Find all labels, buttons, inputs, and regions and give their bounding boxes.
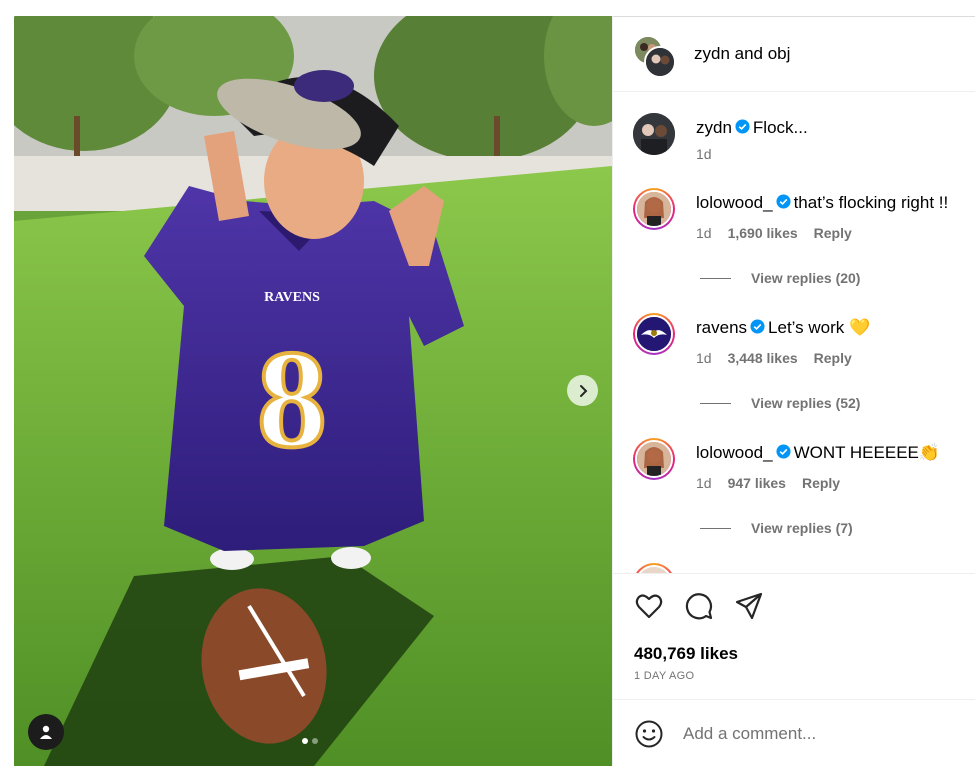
heart-icon[interactable] <box>634 591 664 621</box>
post-authors[interactable]: zydn and obj <box>694 44 790 64</box>
avatar[interactable] <box>633 563 675 573</box>
comment-meta: 1d 3,448 likes Reply <box>696 350 868 366</box>
chevron-right-icon <box>579 384 587 397</box>
user-tags-button[interactable] <box>28 714 64 750</box>
emoji-icon[interactable] <box>634 719 664 749</box>
comment-likes[interactable]: 1,690 likes <box>728 225 798 241</box>
comment-icon[interactable] <box>684 591 714 621</box>
comment-text: Let’s work 💛 <box>768 318 871 337</box>
comment-line: lolowood_ that’s flocking right !! <box>696 193 948 213</box>
comment-meta: 1d 947 likes Reply <box>696 475 856 491</box>
comment-input[interactable] <box>683 720 943 748</box>
comment-likes[interactable]: 947 likes <box>728 475 786 491</box>
view-replies-label: View replies (52) <box>751 395 861 411</box>
replies-divider <box>700 278 731 279</box>
view-replies-button[interactable]: View replies (52) <box>700 395 860 411</box>
reply-button[interactable]: Reply <box>814 350 852 366</box>
caption-username[interactable]: zydn <box>696 118 732 137</box>
verified-icon <box>776 444 791 459</box>
comment-text: WONT HEEEEE👏 <box>793 443 941 462</box>
comment-username[interactable]: lolowood_ <box>696 193 773 212</box>
comment-time: 1d <box>696 350 712 366</box>
avatar[interactable] <box>633 438 675 480</box>
verified-icon <box>750 319 765 334</box>
user-tag-icon <box>40 725 52 739</box>
add-comment-bar <box>613 699 975 766</box>
view-replies-label: View replies (20) <box>751 270 861 286</box>
comment-time: 1d <box>696 475 712 491</box>
comment-line: lolowood_ WONT HEEEEE👏 <box>696 443 940 463</box>
photo-scene: RAVENS 8 <box>14 16 612 766</box>
comments-list[interactable]: zydn Flock... 1d lolowood_ that’s flocking… <box>613 93 975 573</box>
post-header: zydn and obj <box>613 16 975 92</box>
carousel-dot-active <box>302 738 308 744</box>
avatar <box>644 46 676 78</box>
avatar[interactable] <box>633 313 675 355</box>
carousel-dots <box>302 738 318 744</box>
caption-meta: 1d <box>696 146 728 162</box>
comment-text: that’s flocking right !! <box>793 193 949 212</box>
avatar[interactable] <box>633 188 675 230</box>
comment-time: 1d <box>696 225 712 241</box>
carousel-dot <box>312 738 318 744</box>
post-actions: 480,769 likes 1 DAY AGO <box>613 573 975 699</box>
comment-meta: 1d 1,690 likes Reply <box>696 225 868 241</box>
reply-button[interactable]: Reply <box>814 225 852 241</box>
reply-button[interactable]: Reply <box>802 475 840 491</box>
comment-likes[interactable]: 3,448 likes <box>728 350 798 366</box>
replies-divider <box>700 403 731 404</box>
avatar[interactable] <box>633 113 675 155</box>
svg-text:RAVENS: RAVENS <box>264 290 320 305</box>
share-icon[interactable] <box>734 591 764 621</box>
comment-username[interactable]: ravens <box>696 318 747 337</box>
view-replies-button[interactable]: View replies (20) <box>700 270 860 286</box>
post-date: 1 DAY AGO <box>634 670 695 682</box>
comment-username[interactable]: lolowood_ <box>696 443 773 462</box>
verified-icon <box>735 119 750 134</box>
view-replies-button[interactable]: View replies (7) <box>700 520 853 536</box>
replies-divider <box>700 528 731 529</box>
next-photo-button[interactable] <box>567 375 598 406</box>
verified-icon <box>776 194 791 209</box>
likes-count[interactable]: 480,769 likes <box>634 644 738 664</box>
post-photo[interactable]: RAVENS 8 <box>14 16 612 766</box>
svg-text:8: 8 <box>257 322 327 477</box>
view-replies-label: View replies (7) <box>751 520 853 536</box>
collab-avatars[interactable] <box>633 35 677 79</box>
post-details-pane: zydn and obj zydn Flock... 1d lolowood_ th… <box>612 16 975 766</box>
caption-text: Flock... <box>752 118 808 137</box>
comment-line: ravens Let’s work 💛 <box>696 318 870 338</box>
caption-line: zydn Flock... <box>696 118 808 138</box>
caption-time: 1d <box>696 146 712 162</box>
